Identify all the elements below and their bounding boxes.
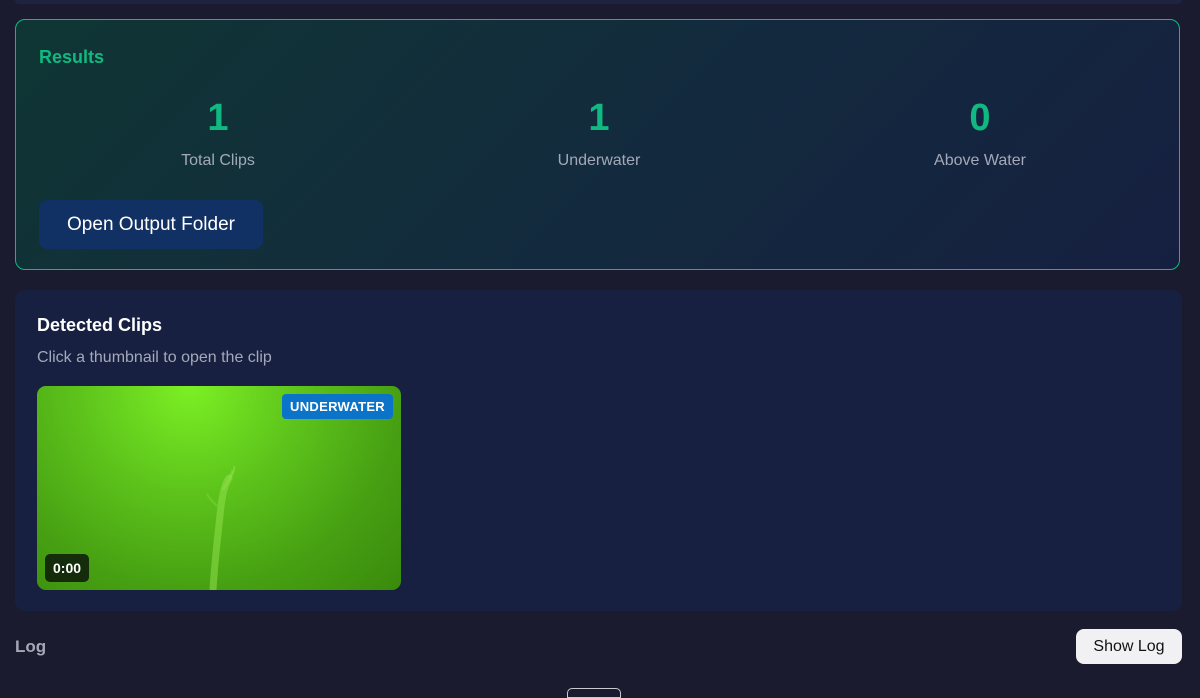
stat-label: Total Clips	[181, 152, 255, 169]
open-output-folder-button[interactable]: Open Output Folder	[39, 200, 263, 249]
results-panel: Results 1 Total Clips 1 Underwater 0 Abo…	[15, 19, 1180, 270]
bottom-control-edge	[567, 688, 621, 698]
stat-underwater: 1 Underwater	[409, 96, 789, 170]
clip-duration: 0:00	[45, 554, 90, 582]
stat-total-clips: 1 Total Clips	[28, 96, 408, 170]
clips-title: Detected Clips	[37, 315, 163, 335]
clip-thumbnail[interactable]: UNDERWATER 0:00	[37, 386, 401, 590]
stat-value: 1	[588, 97, 610, 139]
stat-label: Underwater	[557, 152, 641, 169]
previous-panel-edge	[15, 0, 1182, 4]
show-log-button[interactable]: Show Log	[1076, 629, 1182, 664]
detected-clips-panel: Detected Clips Click a thumbnail to open…	[15, 290, 1182, 611]
clips-subtitle: Click a thumbnail to open the clip	[37, 349, 272, 366]
stat-value: 0	[969, 97, 991, 139]
stat-above-water: 0 Above Water	[790, 96, 1170, 170]
stat-value: 1	[207, 97, 229, 139]
results-title: Results	[39, 47, 105, 67]
stat-label: Above Water	[934, 152, 1026, 169]
underwater-badge: UNDERWATER	[282, 394, 393, 419]
log-label: Log	[15, 637, 47, 656]
